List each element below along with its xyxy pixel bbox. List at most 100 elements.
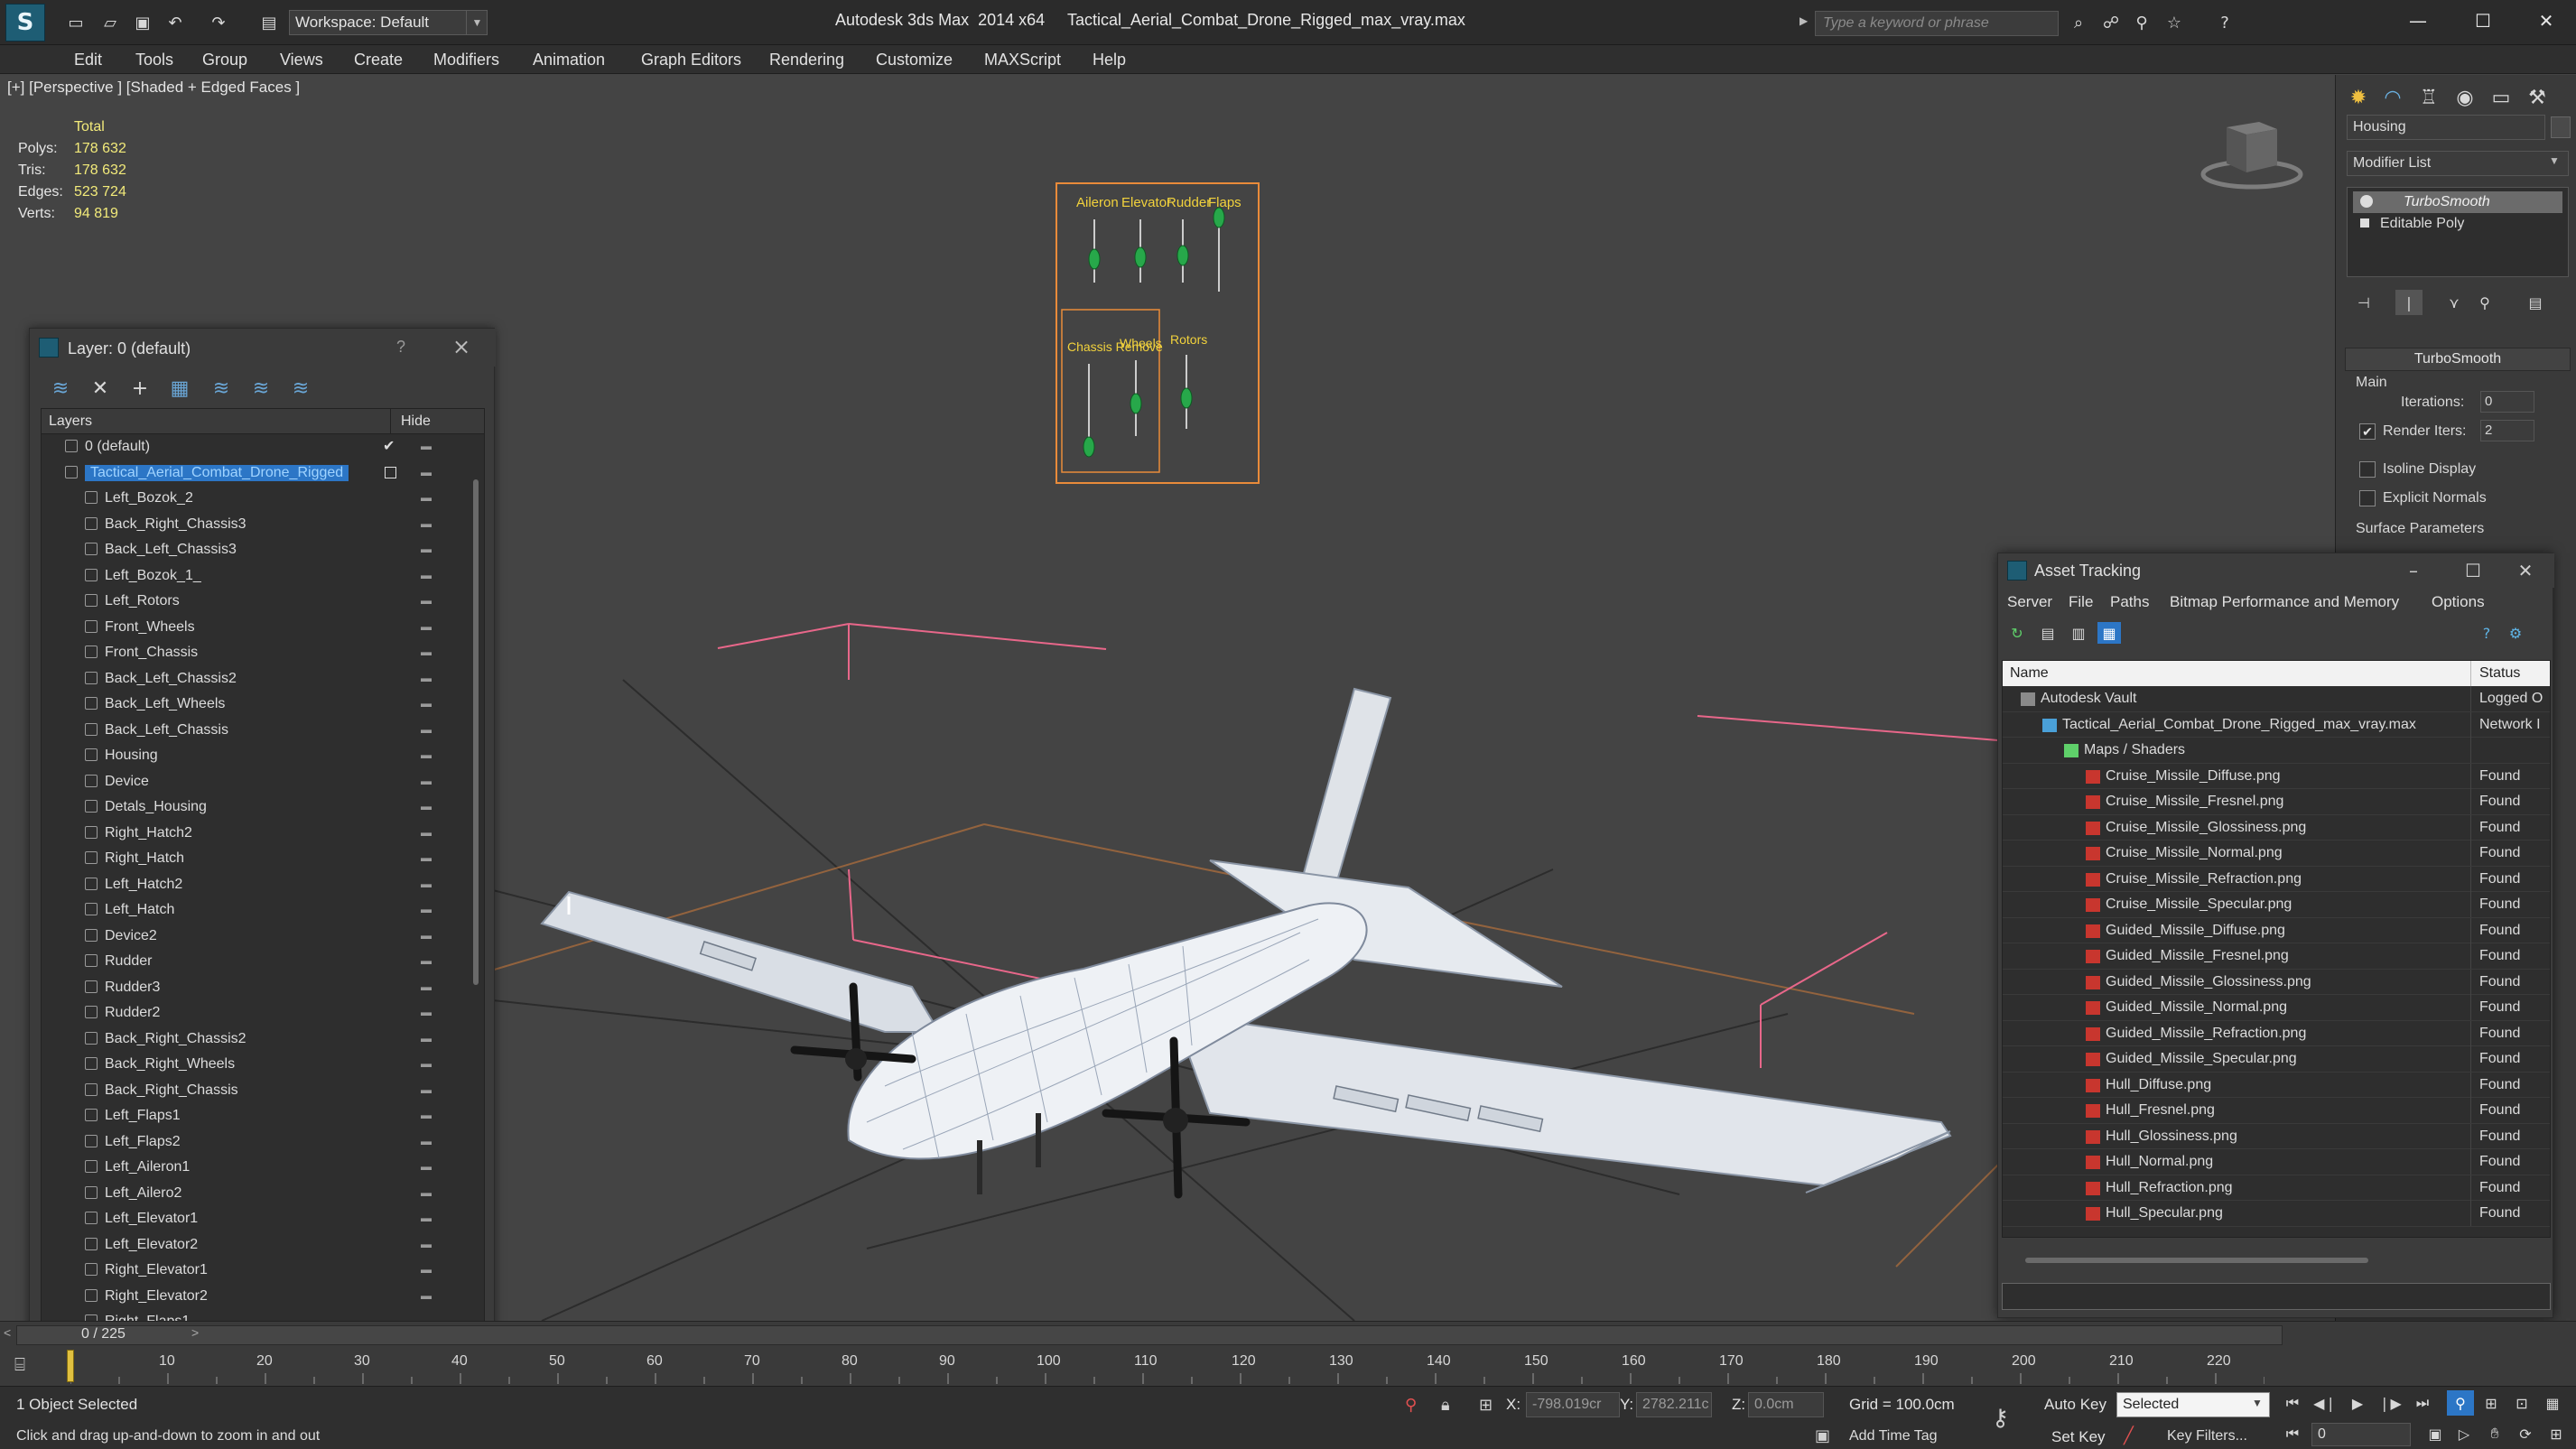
rig-control-panel[interactable]: Aileron Elevator Rudder Flaps Chassis Re… — [1056, 182, 1260, 484]
asset-name[interactable]: Hull_Diffuse.png — [2106, 1077, 2211, 1093]
layer-name[interactable]: Left_Bozok_2 — [105, 490, 193, 506]
goto-start-icon[interactable]: ⏮ — [2279, 1390, 2306, 1416]
asset-name[interactable]: Cruise_Missile_Glossiness.png — [2106, 820, 2306, 836]
layer-row[interactable]: Back_Left_Wheels ▬ — [42, 692, 468, 718]
asset-row[interactable]: Hull_Normal.png Found — [2003, 1149, 2550, 1175]
hide-toggle-icon[interactable]: ▬ — [421, 878, 437, 890]
menu-customize[interactable]: Customize — [876, 45, 953, 74]
layer-name[interactable]: Back_Left_Chassis3 — [105, 542, 237, 558]
project-folder-icon[interactable]: ▤ — [258, 12, 280, 33]
previous-frame-button[interactable]: < — [4, 1325, 11, 1340]
layer-row[interactable]: Left_Aileron1 ▬ — [42, 1155, 468, 1181]
modifier-list-dropdown[interactable]: Modifier List — [2347, 151, 2569, 176]
isolate-selection-icon[interactable]: ⚲ — [1405, 1396, 1417, 1415]
asset-name[interactable]: Guided_Missile_Normal.png — [2106, 999, 2287, 1016]
zoom-extents-all-icon[interactable]: ▦ — [2539, 1390, 2566, 1416]
layer-row[interactable]: Left_Bozok_1_ ▬ — [42, 563, 468, 590]
asset-name[interactable]: Cruise_Missile_Normal.png — [2106, 845, 2283, 861]
asset-menu-file[interactable]: File — [2069, 593, 2093, 611]
trackbar-ruler[interactable]: 10 20 30 40 50 60 70 80 90 100 110 120 130 140 150 160 1… — [70, 1350, 2264, 1384]
asset-path-field[interactable] — [2002, 1283, 2551, 1310]
asset-row[interactable]: Hull_Glossiness.png Found — [2003, 1123, 2550, 1149]
asset-name[interactable]: Guided_Missile_Glossiness.png — [2106, 974, 2311, 990]
layer-name[interactable]: Right_Hatch2 — [105, 825, 192, 841]
create-tab-icon[interactable]: ✹ — [2343, 82, 2374, 113]
modify-tab-icon[interactable]: ◠ — [2377, 82, 2408, 113]
asset-row[interactable]: Autodesk Vault Logged O — [2003, 686, 2550, 712]
menu-rendering[interactable]: Rendering — [769, 45, 844, 74]
layer-row[interactable]: Right_Elevator1 ▬ — [42, 1258, 468, 1284]
hide-toggle-icon[interactable]: ▬ — [421, 1314, 437, 1321]
menu-animation[interactable]: Animation — [533, 45, 605, 74]
layer-name[interactable]: Back_Left_Chassis — [105, 722, 228, 738]
layer-row[interactable]: Right_Hatch ▬ — [42, 846, 468, 872]
hide-toggle-icon[interactable]: ▬ — [421, 954, 437, 967]
menu-group[interactable]: Group — [202, 45, 247, 74]
set-key-button[interactable]: Set Key — [2051, 1428, 2106, 1446]
layer-name[interactable]: Device2 — [105, 928, 157, 944]
key-filters-button[interactable]: Key Filters... — [2167, 1428, 2247, 1444]
layer-row[interactable]: Back_Right_Wheels ▬ — [42, 1052, 468, 1078]
key-icon[interactable]: ⚷ — [1992, 1405, 2009, 1432]
key-set-dropdown[interactable]: Selected — [2116, 1392, 2270, 1417]
lightbulb-icon[interactable] — [2360, 195, 2373, 208]
refresh-icon[interactable]: ↻ — [2005, 622, 2029, 644]
asset-row[interactable]: Guided_Missile_Refraction.png Found — [2003, 1020, 2550, 1046]
make-unique-icon[interactable]: ⋎ — [2441, 290, 2468, 315]
layer-name[interactable]: Left_Elevator1 — [105, 1211, 198, 1227]
turbosmooth-rollout-header[interactable]: TurboSmooth — [2345, 348, 2571, 371]
add-to-layer-icon[interactable]: + — [127, 376, 153, 401]
asset-name[interactable]: Maps / Shaders — [2084, 742, 2185, 758]
table-view-icon[interactable]: ▥ — [2067, 622, 2090, 644]
close-button[interactable]: ✕ — [2521, 7, 2571, 34]
asset-menu-bitmap-performance[interactable]: Bitmap Performance and Memory — [2170, 593, 2399, 611]
layer-row[interactable]: Device ▬ — [42, 769, 468, 795]
asset-row[interactable]: Cruise_Missile_Glossiness.png Found — [2003, 814, 2550, 841]
show-end-result-icon[interactable]: ❘ — [2395, 290, 2423, 315]
layer-name[interactable]: Housing — [105, 748, 158, 764]
pan-view-icon[interactable]: ✋︎ — [2481, 1421, 2508, 1446]
hide-toggle-icon[interactable]: ▬ — [421, 466, 437, 478]
absolute-mode-icon[interactable]: ⊞ — [1479, 1396, 1493, 1415]
hide-toggle-icon[interactable]: ▬ — [421, 851, 437, 864]
asset-name[interactable]: Cruise_Missile_Refraction.png — [2106, 871, 2302, 887]
layer-row[interactable]: Left_Elevator2 ▬ — [42, 1232, 468, 1259]
play-icon[interactable]: ▶ — [2344, 1390, 2371, 1416]
render-iters-spinner[interactable]: 2 — [2480, 420, 2534, 441]
layer-name[interactable]: Front_Chassis — [105, 645, 198, 661]
favorites-icon[interactable]: ☆ — [2163, 12, 2185, 33]
hide-toggle-icon[interactable]: ▬ — [421, 517, 437, 530]
app-menu-button[interactable]: S — [5, 4, 45, 42]
viewport-label[interactable]: [+] [Perspective ] [Shaded + Edged Faces… — [7, 79, 300, 97]
menu-tools[interactable]: Tools — [135, 45, 173, 74]
hide-toggle-icon[interactable]: ▬ — [421, 929, 437, 942]
asset-name[interactable]: Hull_Specular.png — [2106, 1205, 2223, 1221]
redo-icon[interactable]: ↷ — [208, 12, 229, 33]
asset-name[interactable]: Cruise_Missile_Fresnel.png — [2106, 794, 2283, 810]
asset-name[interactable]: Hull_Refraction.png — [2106, 1180, 2233, 1196]
key-mode-icon[interactable]: ⏮ — [2279, 1421, 2306, 1446]
layer-row[interactable]: Rudder2 ▬ — [42, 1000, 468, 1026]
explicit-normals-checkbox[interactable] — [2359, 490, 2376, 506]
layer-name[interactable]: Detals_Housing — [105, 799, 207, 815]
layer-name[interactable]: 0 (default) — [85, 439, 150, 455]
time-tag-icon[interactable]: ▣ — [1815, 1426, 1830, 1445]
binoculars-icon[interactable]: ⌕ — [2068, 12, 2089, 33]
asset-row[interactable]: Guided_Missile_Specular.png Found — [2003, 1046, 2550, 1073]
layer-row[interactable]: 0 (default) ✔ ▬ — [42, 434, 468, 460]
frame-counter[interactable]: 0 / 225 — [81, 1326, 126, 1342]
current-frame-field[interactable]: 0 — [2311, 1423, 2411, 1446]
time-config-icon[interactable]: ▣ — [2422, 1421, 2449, 1446]
asset-row[interactable]: Hull_Specular.png Found — [2003, 1201, 2550, 1227]
menu-edit[interactable]: Edit — [74, 45, 102, 74]
set-current-layer-icon[interactable] — [385, 466, 396, 478]
new-file-icon[interactable]: ▭ — [65, 12, 87, 33]
chevron-down-icon[interactable]: ▼ — [2252, 1397, 2263, 1409]
scrollbar-thumb[interactable] — [473, 479, 479, 985]
layer-row[interactable]: Left_Hatch ▬ — [42, 897, 468, 924]
layer-row[interactable]: Device2 ▬ — [42, 924, 468, 950]
layer-name[interactable]: Left_Rotors — [105, 593, 180, 609]
layer-name[interactable]: Left_Hatch — [105, 902, 174, 918]
layer-row[interactable]: Right_Flaps1 ▬ — [42, 1309, 468, 1321]
layer-name[interactable]: Back_Right_Chassis — [105, 1082, 238, 1099]
